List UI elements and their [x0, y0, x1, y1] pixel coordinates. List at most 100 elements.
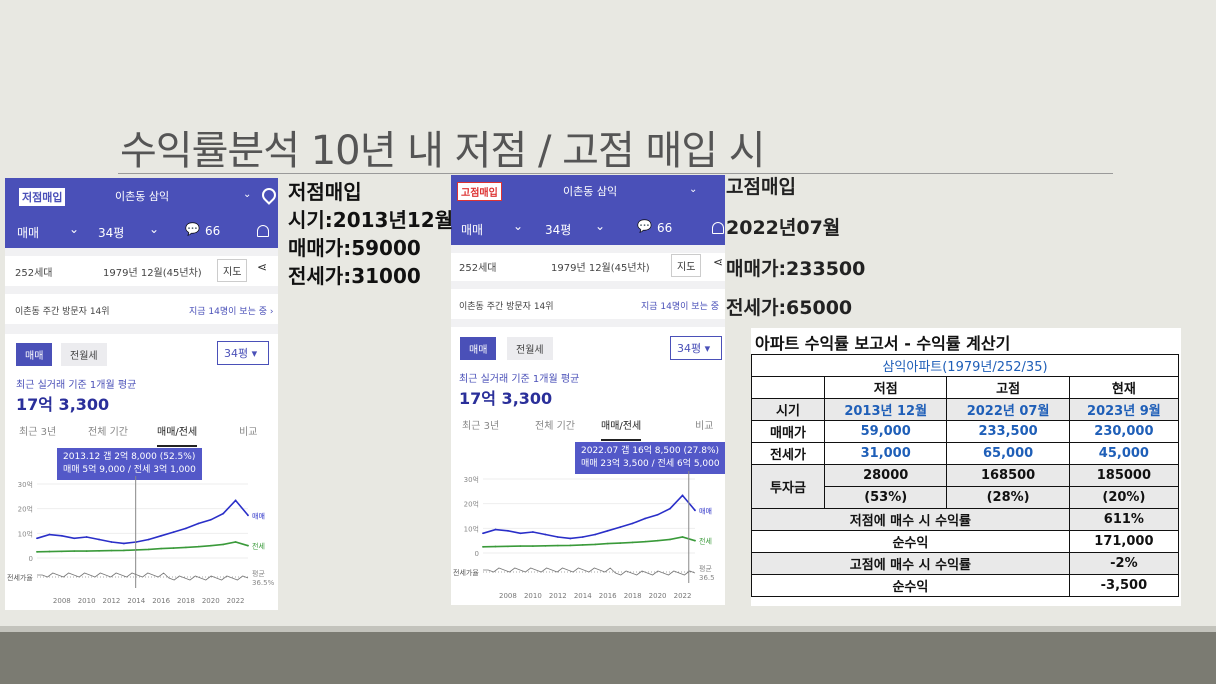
x-tick-label: 2016	[152, 597, 170, 605]
chevron-down-icon: ⌄	[595, 219, 606, 233]
cell: 185000	[1068, 464, 1180, 487]
map-button[interactable]: 지도	[671, 254, 702, 277]
complex-name[interactable]: 이촌동 삼익	[563, 183, 617, 199]
report-table: 삼익아파트(1979년/252/35) 저점 고점 현재 시기 2013년 12…	[751, 354, 1180, 597]
annotation-time: 2022년07월	[726, 217, 841, 239]
ratio-label: 전세가율	[453, 568, 479, 577]
data-point	[681, 494, 684, 497]
build-date: 1979년 12월(45년차)	[103, 268, 202, 279]
data-point	[197, 522, 200, 525]
annotation-lease: 전세가:65000	[726, 297, 853, 319]
x-tick-label: 2012	[549, 592, 567, 600]
data-point	[234, 541, 237, 543]
deal-type-select[interactable]: 매매	[461, 221, 483, 238]
bell-icon[interactable]	[257, 225, 269, 237]
header-now: 현재	[1068, 376, 1180, 399]
ratio-line	[37, 572, 249, 581]
x-tick-label: 2016	[599, 592, 617, 600]
x-tick-label: 2018	[624, 592, 642, 600]
app-header: 고점매입 이촌동 삼익 ⌄	[451, 175, 725, 211]
data-point	[73, 550, 76, 552]
tab-compare[interactable]: 비교	[239, 423, 257, 438]
data-point	[110, 549, 113, 552]
tab-compare[interactable]: 비교	[695, 417, 713, 432]
size-select[interactable]: 34평	[545, 221, 571, 238]
series-label: 매매	[252, 512, 265, 520]
tab-sale-lease[interactable]: 매매/전세	[157, 423, 198, 447]
live-viewers-link[interactable]: 지금 14명이 보는 중	[641, 299, 719, 312]
data-point	[73, 537, 76, 540]
data-point	[48, 533, 51, 536]
data-point	[619, 542, 622, 545]
tab-rent[interactable]: 전월세	[507, 337, 553, 360]
tab-recent-3y[interactable]: 최근 3년	[462, 417, 499, 432]
chevron-down-icon[interactable]: ⌄	[243, 189, 251, 200]
chart-tooltip: 2022.07 갭 16억 8,500 (27.8%) 매매 23억 3,500…	[575, 442, 725, 474]
data-point	[519, 545, 522, 547]
chevron-down-icon[interactable]: ⌄	[689, 184, 697, 195]
data-point	[531, 545, 534, 547]
y-tick-label: 10억	[18, 530, 33, 538]
comment-icon[interactable]: 💬	[185, 222, 200, 236]
x-tick-label: 2012	[103, 597, 121, 605]
price-chart: 30억 20억 10억 0 매매전세전세가율 평균36.5 2008 2010 2012 2014…	[453, 471, 715, 600]
data-point	[36, 537, 38, 540]
data-point	[122, 542, 125, 545]
comment-count: 66	[657, 221, 673, 235]
tab-all-period[interactable]: 전체 기간	[88, 423, 128, 438]
avg-pct-label: 36.5%	[252, 579, 275, 587]
tab-all-period[interactable]: 전체 기간	[535, 417, 575, 432]
cell: (20%)	[1068, 486, 1180, 509]
tab-sale-lease[interactable]: 매매/전세	[601, 417, 642, 441]
data-point	[209, 518, 212, 521]
data-point	[185, 546, 187, 549]
annotation-sale: 매매가:59000	[288, 236, 421, 260]
report-title: 아파트 수익률 보고서 - 수익률 계산기	[755, 334, 1011, 353]
y-tick-label: 30억	[464, 476, 479, 484]
summary-label: 순수익	[751, 574, 1070, 597]
comment-icon[interactable]: 💬	[637, 219, 652, 233]
household-count: 252세대	[459, 263, 497, 274]
data-point	[531, 531, 534, 533]
bell-icon[interactable]	[712, 222, 724, 234]
series-line-lease	[482, 536, 696, 548]
complex-name[interactable]: 이촌동 삼익	[115, 188, 169, 204]
row-label: 투자금	[751, 464, 825, 509]
household-count: 252세대	[15, 268, 53, 279]
data-point	[569, 537, 572, 540]
visitor-rank: 이촌동 주간 방문자 14위	[459, 302, 554, 312]
data-point	[160, 534, 163, 537]
x-tick-label: 2020	[649, 592, 667, 600]
data-point	[147, 538, 150, 541]
app-header: 저점매입 이촌동 삼익 ⌄	[5, 178, 278, 214]
data-point	[247, 514, 249, 517]
data-point	[222, 543, 225, 546]
data-point	[581, 536, 584, 538]
price-chart: 30억 20억 10억 0 매매전세전세가율 평균36.5% 2008 2010 2012 201…	[7, 476, 275, 605]
deal-type-select[interactable]: 매매	[17, 224, 39, 241]
data-point	[544, 544, 547, 547]
share-icon[interactable]: ⋖	[257, 260, 267, 274]
app-screenshot-high: 고점매입 이촌동 삼익 ⌄ 매매 ⌄ 34평 ⌄ 💬 66 252세대 1979…	[451, 175, 725, 605]
avg-label: 평균	[699, 564, 712, 573]
tab-rent[interactable]: 전월세	[61, 343, 107, 366]
size-dropdown[interactable]: 34평 ▾	[217, 341, 269, 365]
live-viewers-link[interactable]: 지금 14명이 보는 중 ›	[189, 304, 273, 317]
avg-pct-label: 36.5	[699, 574, 715, 582]
size-dropdown[interactable]: 34평 ▾	[670, 336, 722, 360]
x-tick-label: 2010	[524, 592, 542, 600]
summary-value: -3,500	[1068, 574, 1180, 597]
location-pin-icon[interactable]	[259, 185, 278, 205]
x-tick-label: 2014	[574, 592, 592, 600]
map-button[interactable]: 지도	[217, 259, 248, 282]
tab-recent-3y[interactable]: 최근 3년	[19, 423, 56, 438]
tab-sale[interactable]: 매매	[460, 337, 497, 360]
share-icon[interactable]: ⋖	[713, 255, 723, 269]
tab-sale[interactable]: 매매	[16, 343, 53, 366]
data-point	[594, 543, 597, 546]
cell: 230,000	[1068, 420, 1180, 443]
data-point	[494, 528, 497, 531]
data-point	[60, 550, 63, 553]
size-select[interactable]: 34평	[98, 224, 124, 241]
data-point	[494, 545, 497, 548]
